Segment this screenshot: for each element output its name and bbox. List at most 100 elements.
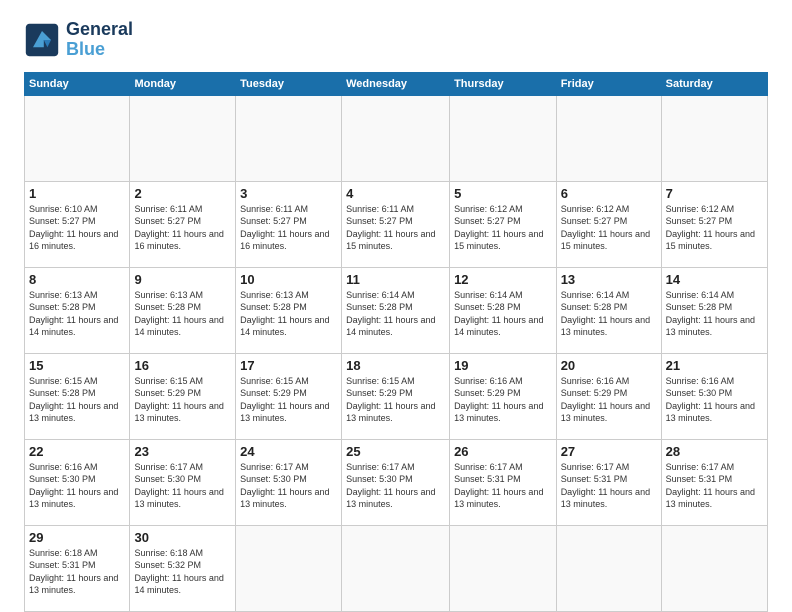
- weekday-header: Monday: [130, 72, 236, 95]
- day-number: 5: [454, 186, 552, 201]
- calendar-cell: 8Sunrise: 6:13 AMSunset: 5:28 PMDaylight…: [25, 267, 130, 353]
- calendar-cell: 6 Sunrise: 6:12 AMSunset: 5:27 PMDaylight…: [556, 181, 661, 267]
- day-number: 18: [346, 358, 445, 373]
- calendar-cell: 7Sunrise: 6:12 AMSunset: 5:27 PMDaylight…: [661, 181, 767, 267]
- logo-icon: [24, 22, 60, 58]
- weekday-header: Friday: [556, 72, 661, 95]
- header: General Blue: [24, 20, 768, 60]
- day-info: Sunrise: 6:17 AMSunset: 5:31 PMDaylight:…: [666, 461, 763, 511]
- calendar-cell: 29Sunrise: 6:18 AMSunset: 5:31 PMDayligh…: [25, 525, 130, 611]
- day-info: Sunrise: 6:16 AMSunset: 5:29 PMDaylight:…: [454, 375, 552, 425]
- calendar-cell: [342, 95, 450, 181]
- day-number: 21: [666, 358, 763, 373]
- day-number: 7: [666, 186, 763, 201]
- day-info: Sunrise: 6:14 AMSunset: 5:28 PMDaylight:…: [561, 289, 657, 339]
- calendar-cell: 18 Sunrise: 6:15 AMSunset: 5:29 PMDayligh…: [342, 353, 450, 439]
- day-number: 27: [561, 444, 657, 459]
- day-info: Sunrise: 6:17 AMSunset: 5:30 PMDaylight:…: [134, 461, 231, 511]
- day-info: Sunrise: 6:16 AMSunset: 5:30 PMDaylight:…: [29, 461, 125, 511]
- day-info: Sunrise: 6:11 AMSunset: 5:27 PMDaylight:…: [240, 203, 337, 253]
- day-number: 29: [29, 530, 125, 545]
- day-info: Sunrise: 6:16 AMSunset: 5:29 PMDaylight:…: [561, 375, 657, 425]
- calendar-cell: [130, 95, 236, 181]
- calendar: SundayMondayTuesdayWednesdayThursdayFrid…: [24, 72, 768, 612]
- day-number: 24: [240, 444, 337, 459]
- calendar-cell: 21 Sunrise: 6:16 AMSunset: 5:30 PMDayligh…: [661, 353, 767, 439]
- day-number: 23: [134, 444, 231, 459]
- calendar-cell: 24 Sunrise: 6:17 AMSunset: 5:30 PMDayligh…: [236, 439, 342, 525]
- calendar-cell: 2 Sunrise: 6:11 AMSunset: 5:27 PMDaylight…: [130, 181, 236, 267]
- calendar-cell: [556, 525, 661, 611]
- day-number: 6: [561, 186, 657, 201]
- day-number: 12: [454, 272, 552, 287]
- weekday-header: Saturday: [661, 72, 767, 95]
- day-info: Sunrise: 6:12 AMSunset: 5:27 PMDaylight:…: [454, 203, 552, 253]
- calendar-cell: 13 Sunrise: 6:14 AMSunset: 5:28 PMDayligh…: [556, 267, 661, 353]
- calendar-cell: 20 Sunrise: 6:16 AMSunset: 5:29 PMDayligh…: [556, 353, 661, 439]
- calendar-cell: 28 Sunrise: 6:17 AMSunset: 5:31 PMDayligh…: [661, 439, 767, 525]
- calendar-cell: 14Sunrise: 6:14 AMSunset: 5:28 PMDayligh…: [661, 267, 767, 353]
- weekday-header: Sunday: [25, 72, 130, 95]
- calendar-cell: 26 Sunrise: 6:17 AMSunset: 5:31 PMDayligh…: [450, 439, 557, 525]
- day-info: Sunrise: 6:17 AMSunset: 5:31 PMDaylight:…: [454, 461, 552, 511]
- day-number: 11: [346, 272, 445, 287]
- calendar-cell: 22 Sunrise: 6:16 AMSunset: 5:30 PMDayligh…: [25, 439, 130, 525]
- day-info: Sunrise: 6:14 AMSunset: 5:28 PMDaylight:…: [346, 289, 445, 339]
- logo: General Blue: [24, 20, 133, 60]
- calendar-cell: 3Sunrise: 6:11 AMSunset: 5:27 PMDaylight…: [236, 181, 342, 267]
- day-number: 14: [666, 272, 763, 287]
- day-info: Sunrise: 6:17 AMSunset: 5:30 PMDaylight:…: [240, 461, 337, 511]
- day-number: 30: [134, 530, 231, 545]
- day-number: 17: [240, 358, 337, 373]
- day-number: 2: [134, 186, 231, 201]
- weekday-header: Tuesday: [236, 72, 342, 95]
- calendar-cell: 5 Sunrise: 6:12 AMSunset: 5:27 PMDaylight…: [450, 181, 557, 267]
- day-number: 1: [29, 186, 125, 201]
- day-number: 16: [134, 358, 231, 373]
- calendar-cell: [556, 95, 661, 181]
- page: General Blue SundayMondayTuesdayWednesda…: [0, 0, 792, 612]
- calendar-week: [25, 95, 768, 181]
- calendar-week: 15Sunrise: 6:15 AMSunset: 5:28 PMDayligh…: [25, 353, 768, 439]
- calendar-cell: [342, 525, 450, 611]
- calendar-cell: 30 Sunrise: 6:18 AMSunset: 5:32 PMDayligh…: [130, 525, 236, 611]
- day-number: 13: [561, 272, 657, 287]
- day-info: Sunrise: 6:18 AMSunset: 5:32 PMDaylight:…: [134, 547, 231, 597]
- calendar-week: 1 Sunrise: 6:10 AMSunset: 5:27 PMDaylight…: [25, 181, 768, 267]
- calendar-cell: [450, 95, 557, 181]
- calendar-cell: 17Sunrise: 6:15 AMSunset: 5:29 PMDayligh…: [236, 353, 342, 439]
- day-number: 26: [454, 444, 552, 459]
- calendar-cell: 12 Sunrise: 6:14 AMSunset: 5:28 PMDayligh…: [450, 267, 557, 353]
- day-info: Sunrise: 6:11 AMSunset: 5:27 PMDaylight:…: [346, 203, 445, 253]
- day-info: Sunrise: 6:13 AMSunset: 5:28 PMDaylight:…: [134, 289, 231, 339]
- day-number: 19: [454, 358, 552, 373]
- calendar-cell: 9 Sunrise: 6:13 AMSunset: 5:28 PMDaylight…: [130, 267, 236, 353]
- weekday-header: Wednesday: [342, 72, 450, 95]
- day-info: Sunrise: 6:14 AMSunset: 5:28 PMDaylight:…: [454, 289, 552, 339]
- day-info: Sunrise: 6:11 AMSunset: 5:27 PMDaylight:…: [134, 203, 231, 253]
- day-number: 22: [29, 444, 125, 459]
- calendar-cell: [236, 95, 342, 181]
- logo-text: General Blue: [66, 20, 133, 60]
- day-info: Sunrise: 6:16 AMSunset: 5:30 PMDaylight:…: [666, 375, 763, 425]
- day-number: 25: [346, 444, 445, 459]
- calendar-cell: 10Sunrise: 6:13 AMSunset: 5:28 PMDayligh…: [236, 267, 342, 353]
- day-info: Sunrise: 6:12 AMSunset: 5:27 PMDaylight:…: [561, 203, 657, 253]
- calendar-cell: 23 Sunrise: 6:17 AMSunset: 5:30 PMDayligh…: [130, 439, 236, 525]
- calendar-week: 29Sunrise: 6:18 AMSunset: 5:31 PMDayligh…: [25, 525, 768, 611]
- day-info: Sunrise: 6:10 AMSunset: 5:27 PMDaylight:…: [29, 203, 125, 253]
- calendar-cell: 19 Sunrise: 6:16 AMSunset: 5:29 PMDayligh…: [450, 353, 557, 439]
- day-info: Sunrise: 6:15 AMSunset: 5:29 PMDaylight:…: [134, 375, 231, 425]
- day-number: 20: [561, 358, 657, 373]
- calendar-cell: 1 Sunrise: 6:10 AMSunset: 5:27 PMDaylight…: [25, 181, 130, 267]
- day-info: Sunrise: 6:17 AMSunset: 5:31 PMDaylight:…: [561, 461, 657, 511]
- day-info: Sunrise: 6:15 AMSunset: 5:29 PMDaylight:…: [346, 375, 445, 425]
- day-number: 9: [134, 272, 231, 287]
- day-number: 28: [666, 444, 763, 459]
- calendar-week: 22 Sunrise: 6:16 AMSunset: 5:30 PMDayligh…: [25, 439, 768, 525]
- calendar-cell: 4Sunrise: 6:11 AMSunset: 5:27 PMDaylight…: [342, 181, 450, 267]
- day-info: Sunrise: 6:13 AMSunset: 5:28 PMDaylight:…: [240, 289, 337, 339]
- calendar-cell: [661, 95, 767, 181]
- calendar-cell: [25, 95, 130, 181]
- calendar-cell: 15Sunrise: 6:15 AMSunset: 5:28 PMDayligh…: [25, 353, 130, 439]
